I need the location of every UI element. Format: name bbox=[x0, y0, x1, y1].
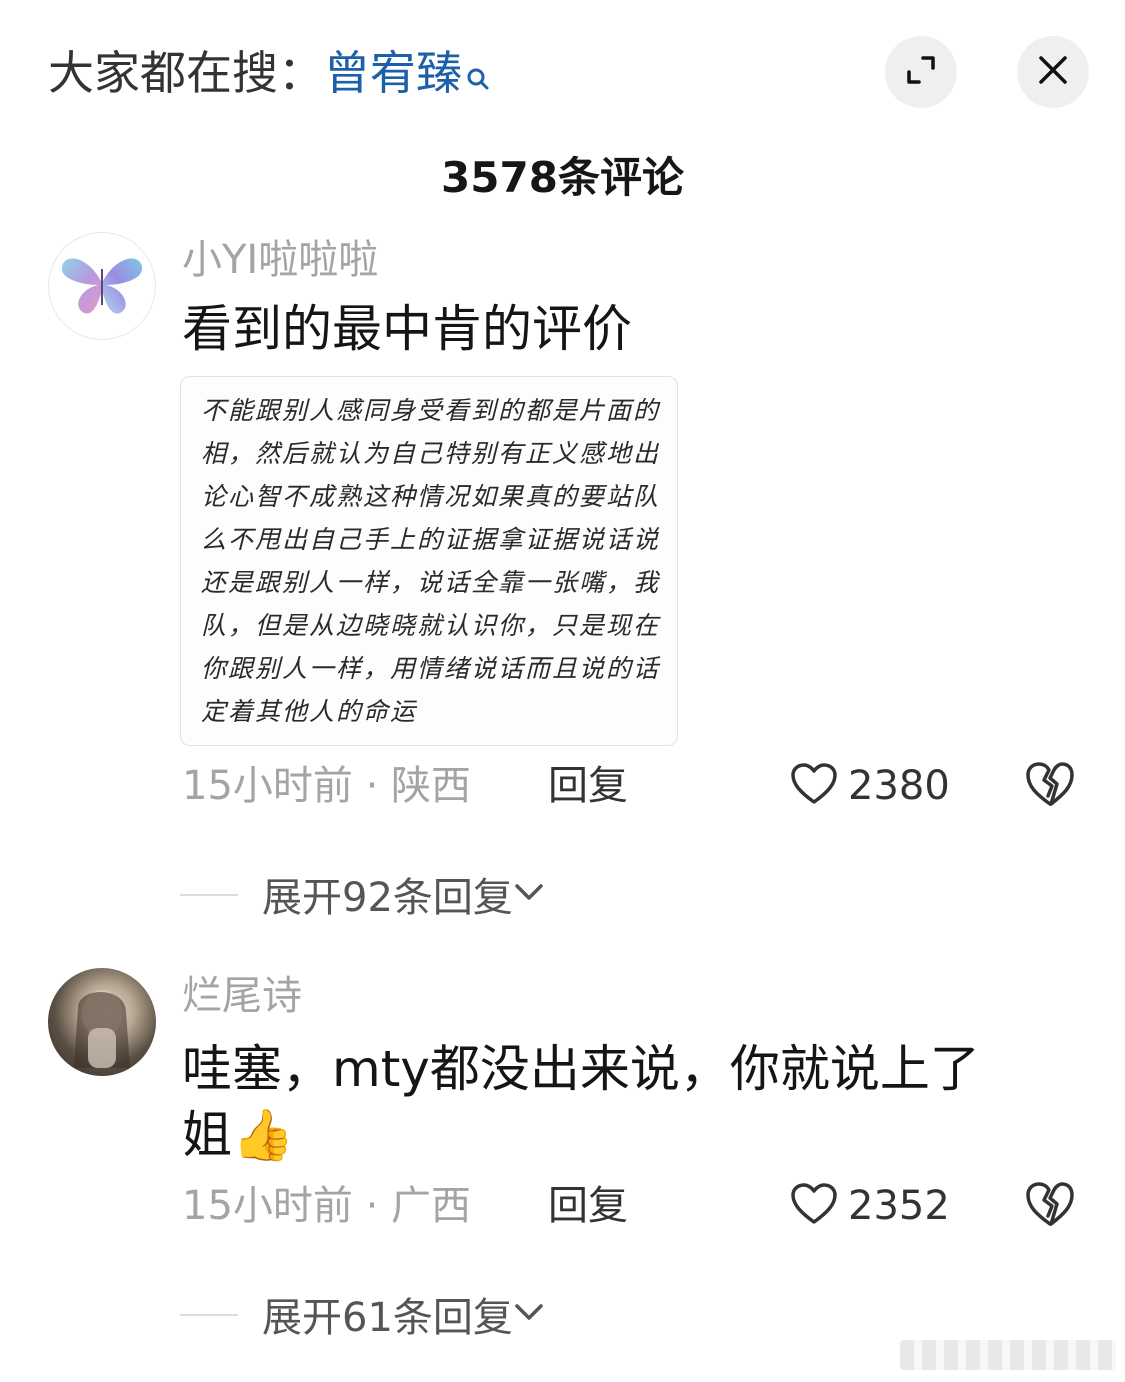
trending-search[interactable]: 大家都在搜：曾宥臻 bbox=[48, 38, 490, 112]
image-text-line: 相，然后就认为自己特别有正义感地出 bbox=[201, 439, 661, 468]
time-location: 15小时前 · 广西 bbox=[182, 1183, 472, 1229]
comment-meta: 15小时前 · 广西 回复 2352 bbox=[0, 1176, 1125, 1236]
username[interactable]: 小YI啦啦啦 bbox=[182, 232, 378, 288]
avatar[interactable] bbox=[48, 232, 156, 340]
divider bbox=[180, 1314, 238, 1316]
comment-count-title: 3578条评论 bbox=[441, 153, 684, 202]
like-count: 2380 bbox=[848, 763, 950, 809]
reply-button[interactable]: 回复 bbox=[548, 1176, 628, 1236]
image-text-line: 定着其他人的命运 bbox=[201, 697, 418, 726]
reply-button[interactable]: 回复 bbox=[548, 756, 628, 816]
expand-replies: 展开92条回复 bbox=[0, 864, 1125, 924]
dislike-button[interactable] bbox=[1024, 1180, 1076, 1232]
close-button[interactable] bbox=[1017, 36, 1089, 108]
heart-icon bbox=[790, 1182, 838, 1230]
username[interactable]: 烂尾诗 bbox=[182, 968, 302, 1024]
like-button[interactable]: 2380 bbox=[790, 756, 950, 816]
comment-text-line: 姐👍 bbox=[182, 1106, 295, 1164]
comment-text: 看到的最中肯的评价 bbox=[182, 300, 632, 358]
expand-replies-button[interactable]: 展开61条回复 bbox=[262, 1284, 545, 1344]
like-count: 2352 bbox=[848, 1183, 950, 1229]
butterfly-icon bbox=[58, 249, 146, 323]
image-text-line: 还是跟别人一样，说话全靠一张嘴，我 bbox=[201, 568, 661, 597]
like-button[interactable]: 2352 bbox=[790, 1176, 950, 1236]
expand-replies-label: 展开61条回复 bbox=[262, 1295, 513, 1341]
expand-replies-button[interactable]: 展开92条回复 bbox=[262, 864, 545, 924]
broken-heart-icon bbox=[1024, 762, 1076, 812]
expand-replies: 展开61条回复 bbox=[0, 1284, 1125, 1344]
chevron-down-icon bbox=[513, 1300, 545, 1328]
image-text-line: 队，但是从边晓晓就认识你，只是现在 bbox=[201, 611, 661, 640]
chevron-down-icon bbox=[513, 880, 545, 908]
comment-text: 哇塞，mty都没出来说，你就说上了 姐👍 bbox=[182, 1036, 1062, 1168]
divider bbox=[180, 894, 238, 896]
header: 大家都在搜：曾宥臻 bbox=[0, 0, 1125, 140]
image-text-line: 不能跟别人感同身受看到的都是片面的 bbox=[201, 396, 661, 425]
collapse-icon bbox=[903, 52, 939, 92]
trending-search-keyword[interactable]: 曾宥臻 bbox=[324, 46, 462, 100]
collapse-button[interactable] bbox=[885, 36, 957, 108]
expand-replies-label: 展开92条回复 bbox=[262, 875, 513, 921]
image-text-line: 论心智不成熟这种情况如果真的要站队 bbox=[201, 482, 661, 511]
dislike-button[interactable] bbox=[1024, 760, 1076, 812]
close-icon bbox=[1035, 52, 1071, 92]
avatar[interactable] bbox=[48, 968, 156, 1076]
watermark bbox=[900, 1340, 1116, 1370]
search-icon bbox=[466, 42, 490, 112]
trending-search-label: 大家都在搜： bbox=[48, 46, 324, 100]
comment-meta: 15小时前 · 陕西 回复 2380 bbox=[0, 756, 1125, 816]
heart-icon bbox=[790, 762, 838, 810]
time-location: 15小时前 · 陕西 bbox=[182, 763, 472, 809]
broken-heart-icon bbox=[1024, 1182, 1076, 1232]
image-text-line: 你跟别人一样，用情绪说话而且说的话 bbox=[201, 654, 661, 683]
comment-text-line: 哇塞，mty都没出来说，你就说上了 bbox=[182, 1040, 980, 1098]
comment-image[interactable]: 不能跟别人感同身受看到的都是片面的 相，然后就认为自己特别有正义感地出 论心智不… bbox=[180, 376, 678, 746]
image-text-line: 么不甩出自己手上的证据拿证据说话说 bbox=[201, 525, 661, 554]
